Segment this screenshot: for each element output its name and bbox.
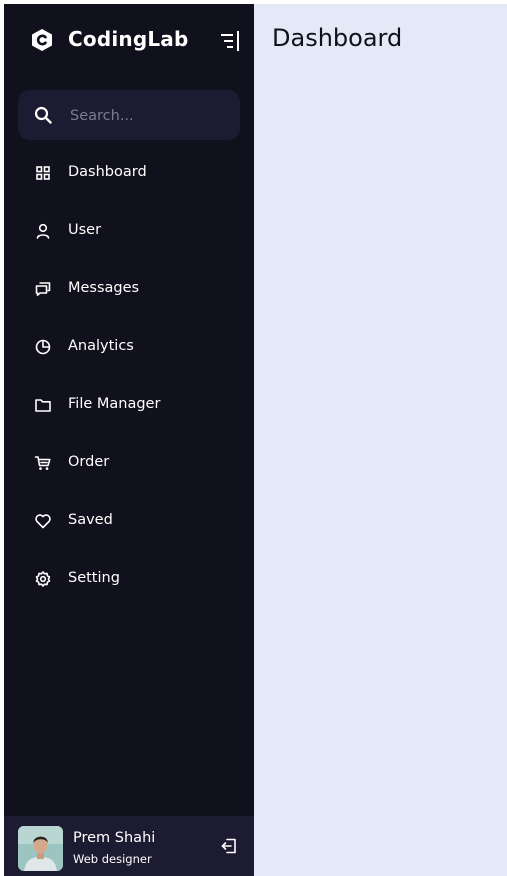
app-frame: CodingLab Search... Dashboard User Messa…	[4, 4, 507, 876]
sidebar-item-saved[interactable]: Saved	[4, 492, 254, 550]
search-icon	[34, 106, 52, 124]
page-title: Dashboard	[272, 24, 403, 52]
sidebar-item-label: File Manager	[68, 396, 161, 412]
heart-icon	[35, 514, 51, 529]
menu-toggle-icon[interactable]	[220, 30, 242, 52]
pie-chart-icon	[35, 339, 51, 355]
folder-icon	[35, 399, 51, 412]
sidebar-item-dashboard[interactable]: Dashboard	[4, 144, 254, 202]
chat-icon	[35, 282, 51, 296]
sidebar-item-label: Dashboard	[68, 164, 147, 180]
sidebar-item-user[interactable]: User	[4, 202, 254, 260]
sidebar-item-label: Saved	[68, 512, 113, 528]
profile-panel: Prem Shahi Web designer	[4, 816, 254, 876]
sidebar-item-label: Messages	[68, 280, 140, 296]
sidebar: CodingLab Search... Dashboard User Messa…	[4, 4, 254, 876]
gear-icon	[35, 571, 51, 587]
sidebar-item-order[interactable]: Order	[4, 434, 254, 492]
user-icon	[36, 223, 50, 239]
sidebar-item-analytics[interactable]: Analytics	[4, 318, 254, 376]
sidebar-item-messages[interactable]: Messages	[4, 260, 254, 318]
profile-job: Web designer	[73, 852, 152, 866]
sidebar-item-setting[interactable]: Setting	[4, 550, 254, 608]
sidebar-header: CodingLab	[4, 4, 254, 76]
main-content: Dashboard	[254, 4, 507, 876]
avatar	[18, 826, 63, 871]
profile-name: Prem Shahi	[73, 830, 156, 846]
logo-c-icon	[32, 29, 52, 51]
cart-icon	[34, 456, 51, 470]
sidebar-item-label: User	[68, 222, 102, 238]
brand-name: CodingLab	[68, 27, 189, 51]
grid-icon	[36, 166, 50, 180]
sidebar-item-label: Setting	[68, 570, 120, 586]
search-box[interactable]	[18, 90, 240, 140]
logout-icon[interactable]	[220, 837, 238, 855]
sidebar-item-label: Order	[68, 454, 110, 470]
sidebar-item-file-manager[interactable]: File Manager	[4, 376, 254, 434]
search-input[interactable]	[68, 102, 232, 130]
sidebar-item-label: Analytics	[68, 338, 134, 354]
sidebar-nav: Dashboard User Messages Analytics File M…	[4, 144, 254, 608]
